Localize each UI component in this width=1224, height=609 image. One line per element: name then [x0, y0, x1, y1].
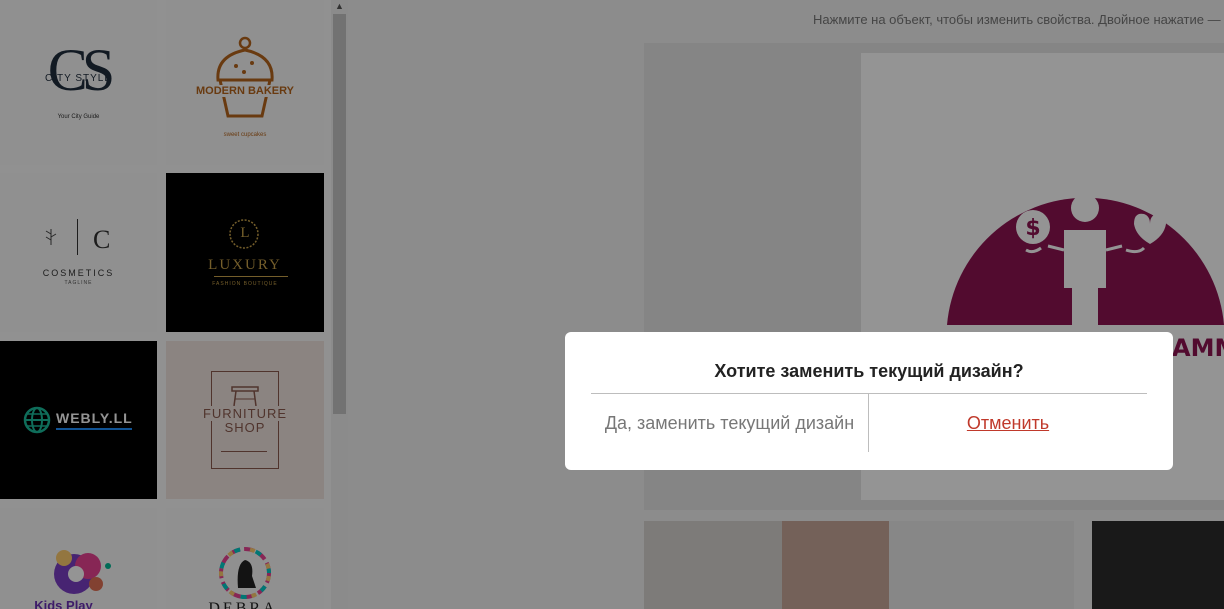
- dialog-title: Хотите заменить текущий дизайн?: [714, 361, 1024, 381]
- logo-editor-app: CS CITY STYLE Your City Guide MODERN BAK…: [0, 0, 1224, 609]
- cancel-button[interactable]: Отменить: [869, 394, 1147, 452]
- confirm-replace-button[interactable]: Да, заменить текущий дизайн: [591, 394, 868, 452]
- replace-design-dialog: Хотите заменить текущий дизайн? Да, заме…: [565, 332, 1173, 470]
- modal-backdrop[interactable]: [0, 0, 1224, 609]
